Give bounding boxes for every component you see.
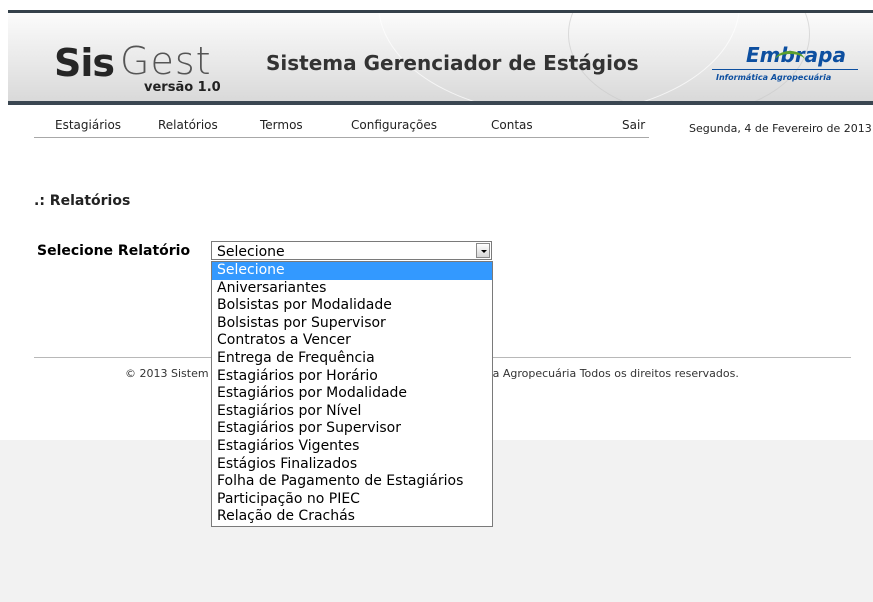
dropdown-option[interactable]: Relação de Crachás [212,508,492,526]
nav-estagiarios[interactable]: Estagiários [55,118,121,132]
embrapa-subtitle: Informática Agropecuária [716,73,832,82]
dropdown-option[interactable]: Entrega de Frequência [212,350,492,368]
dropdown-option[interactable]: Estagiários por Horário [212,368,492,386]
dropdown-option[interactable]: Estagiários por Supervisor [212,420,492,438]
dropdown-option[interactable]: Estágios Finalizados [212,456,492,474]
nav-configuracoes[interactable]: Configurações [351,118,437,132]
dropdown-option[interactable]: Participação no PIEC [212,491,492,509]
nav-sair[interactable]: Sair [622,118,645,132]
logo-sis: Sis [54,41,115,85]
embrapa-swoosh-icon [775,51,805,70]
copyright-left: © 2013 Sistem [125,367,209,380]
dropdown-option[interactable]: Folha de Pagamento de Estagiários [212,473,492,491]
dropdown-option[interactable]: Estagiários por Nível [212,403,492,421]
logo-version: versão 1.0 [144,80,221,95]
dropdown-option[interactable]: Aniversariantes [212,280,492,298]
dropdown-option[interactable]: Contratos a Vencer [212,332,492,350]
embrapa-rule [712,69,858,70]
dropdown-option[interactable]: Bolsistas por Modalidade [212,297,492,315]
main-nav: Estagiários Relatórios Termos Configuraç… [34,112,649,138]
page-title: .: Relatórios [34,193,131,209]
dropdown-option[interactable]: Estagiários Vigentes [212,438,492,456]
nav-termos[interactable]: Termos [260,118,303,132]
report-select-value: Selecione [217,244,285,260]
current-date: Segunda, 4 de Fevereiro de 2013 [689,122,872,135]
nav-contas[interactable]: Contas [491,118,533,132]
report-options-list: Selecione Aniversariantes Bolsistas por … [211,261,493,527]
logo-gest: Gest [120,39,212,83]
copyright-right: ca Agropecuária Todos os direitos reserv… [486,367,739,380]
embrapa-logo: Embrapa Informática Agropecuária [710,43,860,89]
nav-relatorios[interactable]: Relatórios [158,118,218,132]
chevron-down-icon [481,250,487,253]
report-select[interactable]: Selecione [211,241,492,260]
report-select-label: Selecione Relatório [37,243,191,259]
dropdown-option[interactable]: Estagiários por Modalidade [212,385,492,403]
dropdown-option[interactable]: Selecione [212,262,492,280]
dropdown-option[interactable]: Bolsistas por Supervisor [212,315,492,333]
header-banner: Sis Gest versão 1.0 Sistema Gerenciador … [8,10,873,105]
dropdown-button[interactable] [476,243,490,258]
app-title: Sistema Gerenciador de Estágios [266,51,639,75]
